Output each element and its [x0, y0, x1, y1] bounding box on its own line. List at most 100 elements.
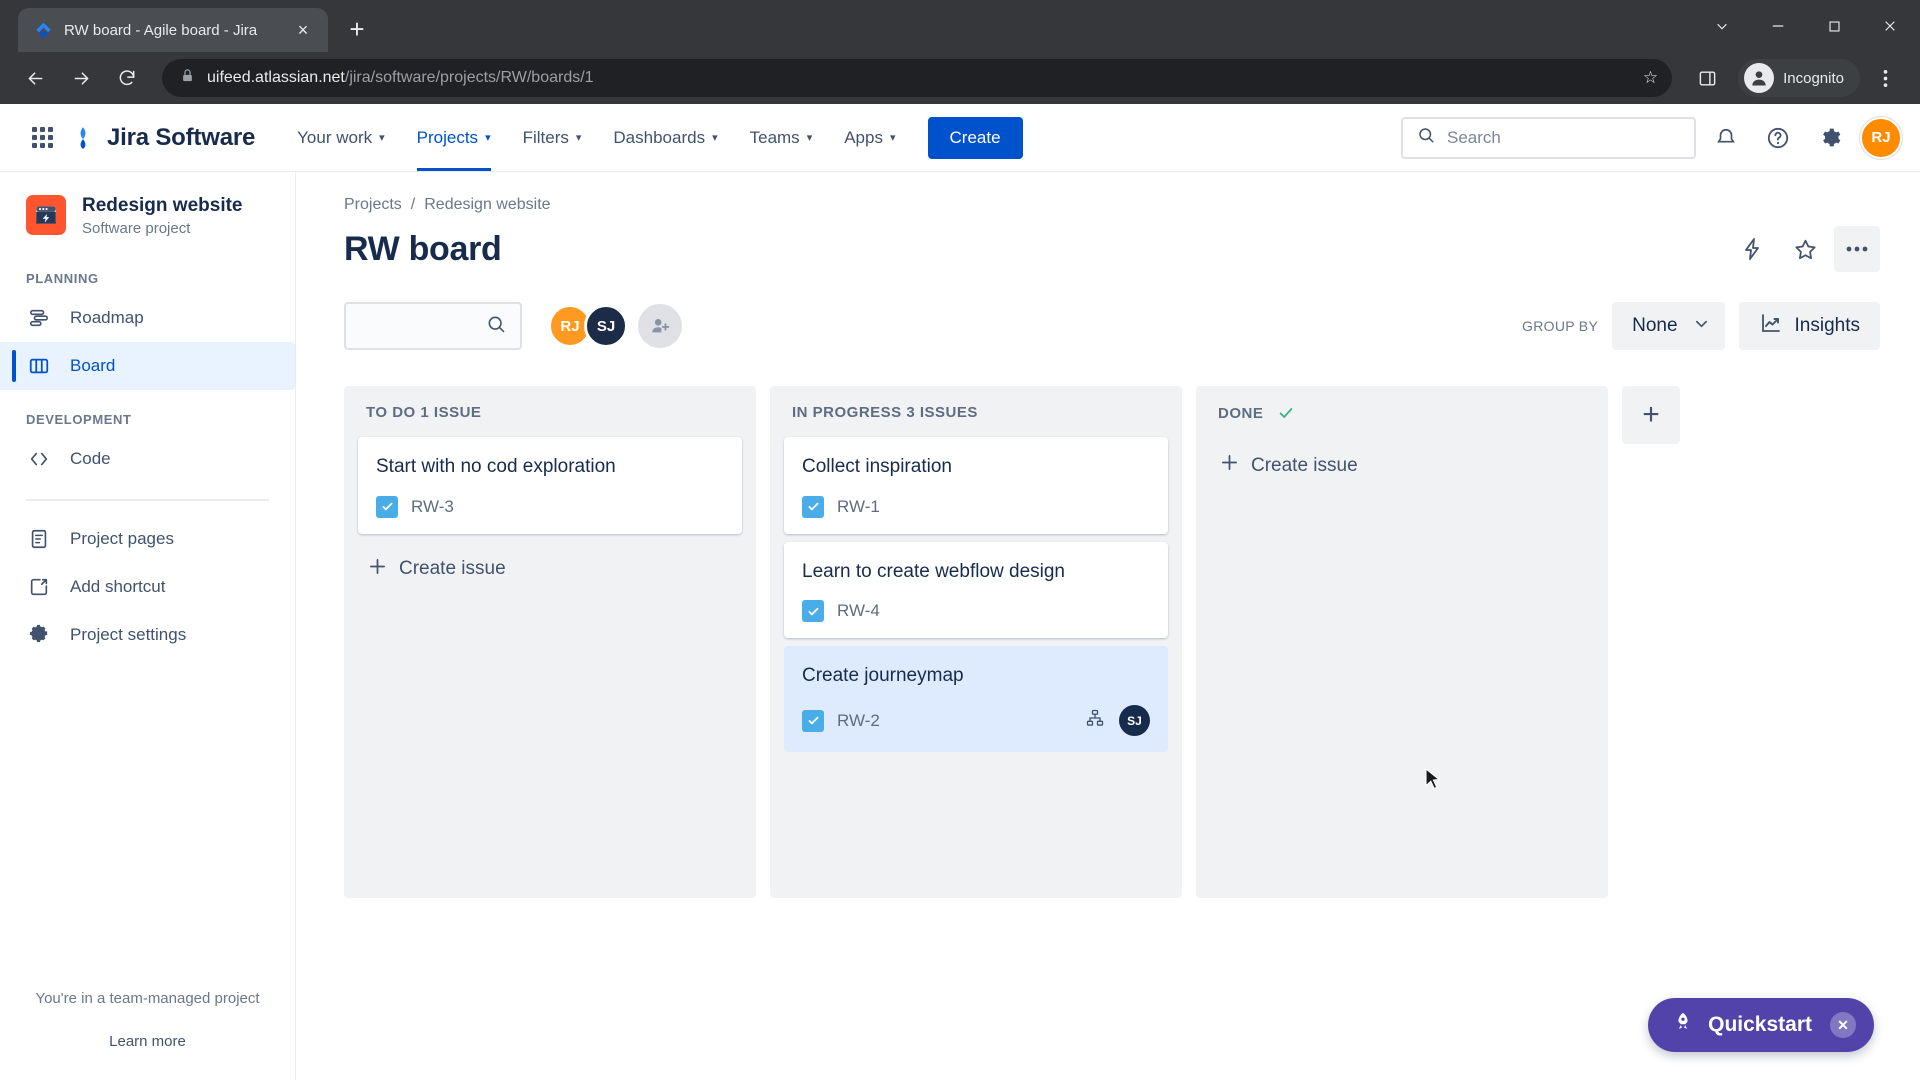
issue-key[interactable]: RW-4 [837, 601, 880, 621]
nav-item-apps[interactable]: Apps ▾ [830, 104, 909, 171]
column-header: IN PROGRESS 3 ISSUES [784, 404, 1168, 437]
sidebar-item-code[interactable]: Code [0, 435, 295, 483]
global-search-input[interactable]: Search [1401, 116, 1696, 159]
browser-toolbar: uifeed.atlassian.net/jira/software/proje… [0, 52, 1920, 104]
jira-favicon-icon [34, 21, 53, 40]
app-switcher-icon[interactable] [24, 120, 60, 156]
issue-title: Learn to create webflow design [802, 560, 1065, 582]
insights-button[interactable]: Insights [1738, 302, 1880, 350]
nav-item-dashboards[interactable]: Dashboards ▾ [599, 104, 731, 171]
nav-item-filters[interactable]: Filters ▾ [509, 104, 596, 171]
address-bar[interactable]: uifeed.atlassian.net/jira/software/proje… [162, 59, 1673, 97]
chevron-down-icon: ▾ [806, 132, 813, 144]
minimize-button[interactable] [1750, 0, 1806, 52]
board-main: Projects / Redesign website RW board RJ … [296, 172, 1920, 1080]
insights-chart-icon [1759, 311, 1783, 341]
nav-item-your-work[interactable]: Your work ▾ [283, 104, 399, 171]
jira-brand-logo[interactable]: Jira Software [70, 124, 255, 152]
global-search-placeholder: Search [1447, 127, 1501, 147]
page-actions [1730, 226, 1880, 272]
star-icon[interactable] [1782, 226, 1828, 272]
issue-title: Collect inspiration [802, 456, 952, 477]
sidebar-item-label: Add shortcut [70, 576, 166, 596]
create-issue-button[interactable]: Create issue [358, 544, 742, 595]
browser-chrome: RW board - Agile board - Jira × + uifeed… [0, 0, 1920, 104]
user-avatar[interactable]: RJ [1860, 116, 1902, 159]
group-by-label: GROUP BY [1522, 318, 1599, 334]
learn-more-link[interactable]: Learn more [20, 1033, 275, 1050]
chevron-down-icon [1694, 315, 1709, 337]
nav-item-teams[interactable]: Teams ▾ [736, 104, 827, 171]
sidebar-section-planning: PLANNING [26, 270, 99, 286]
plus-icon [368, 557, 387, 582]
more-actions-icon[interactable] [1834, 226, 1880, 272]
incognito-indicator[interactable]: Incognito [1738, 59, 1860, 97]
breadcrumb-current[interactable]: Redesign website [424, 196, 550, 214]
help-icon[interactable] [1756, 116, 1800, 160]
board-controls-right: GROUP BY None Insights [1522, 302, 1880, 350]
sidebar-item-roadmap[interactable]: Roadmap [0, 294, 295, 342]
issue-card[interactable]: Learn to create webflow design RW-4 [784, 541, 1168, 639]
add-column-button[interactable]: + [1622, 386, 1680, 444]
maximize-button[interactable] [1806, 0, 1862, 52]
browser-tab[interactable]: RW board - Agile board - Jira × [18, 8, 328, 52]
close-icon[interactable]: ✕ [1830, 1012, 1856, 1038]
breadcrumb-projects[interactable]: Projects [344, 196, 402, 214]
new-tab-button[interactable]: + [338, 10, 376, 48]
done-check-icon [1277, 404, 1295, 422]
issue-title: Start with no cod exploration [376, 456, 616, 477]
board-search-input[interactable] [344, 302, 522, 350]
automation-icon[interactable] [1730, 226, 1776, 272]
issue-card[interactable]: Collect inspiration RW-1 [784, 437, 1168, 534]
quickstart-button[interactable]: Quickstart ✕ [1648, 998, 1874, 1052]
sidebar-item-label: Roadmap [70, 307, 144, 327]
reload-button[interactable] [106, 57, 148, 99]
issue-meta: RW-3 [376, 495, 724, 518]
nav-label: Filters [522, 127, 569, 147]
issue-key[interactable]: RW-1 [837, 497, 880, 517]
issue-key[interactable]: RW-2 [837, 711, 880, 731]
settings-gear-icon[interactable] [1808, 116, 1852, 160]
sidebar-item-label: Project pages [70, 528, 174, 548]
team-managed-note: You're in a team-managed project [35, 990, 260, 1007]
back-button[interactable] [14, 57, 56, 99]
sidebar-item-add-shortcut[interactable]: Add shortcut [0, 563, 295, 611]
create-issue-label: Create issue [399, 558, 506, 580]
task-icon [376, 495, 398, 518]
sidebar-item-board[interactable]: Board [0, 341, 295, 390]
chrome-menu-button[interactable] [1864, 57, 1906, 99]
member-avatar[interactable]: SJ [584, 304, 628, 348]
sidebar-item-project-pages[interactable]: Project pages [0, 515, 295, 563]
nav-label: Your work [297, 127, 373, 147]
quickstart-label: Quickstart [1708, 1013, 1812, 1036]
group-by-select[interactable]: None [1612, 302, 1725, 350]
notifications-icon[interactable] [1704, 116, 1748, 160]
tab-close-icon[interactable]: × [290, 17, 316, 43]
bookmark-star-icon[interactable]: ☆ [1643, 68, 1658, 88]
project-sidebar: Redesign website Software project PLANNI… [0, 172, 296, 1080]
issue-meta: RW-1 [802, 495, 1150, 518]
add-shortcut-icon [26, 574, 52, 600]
issue-card[interactable]: Start with no cod exploration RW-3 [358, 437, 742, 534]
assignee-avatar[interactable]: SJ [1119, 705, 1150, 737]
close-window-button[interactable] [1862, 0, 1918, 52]
tab-search-chevron-icon[interactable] [1694, 0, 1750, 52]
add-people-icon[interactable] [638, 304, 682, 348]
nav-label: Teams [749, 127, 800, 147]
create-issue-button[interactable]: Create issue [1210, 440, 1594, 491]
sidebar-item-project-settings[interactable]: Project settings [0, 611, 295, 659]
side-panel-icon[interactable] [1686, 57, 1728, 99]
issue-card-selected[interactable]: Create journeymap RW-2 SJ [784, 646, 1168, 753]
issue-meta: RW-4 [802, 600, 1150, 623]
insights-label: Insights [1794, 315, 1860, 336]
jira-top-nav: Jira Software Your work ▾ Projects ▾ Fil… [0, 104, 1920, 172]
url-path: /jira/software/projects/RW/boards/1 [344, 69, 594, 86]
project-header[interactable]: Redesign website Software project [0, 194, 295, 237]
rocket-icon [1672, 1011, 1694, 1039]
nav-item-projects[interactable]: Projects ▾ [403, 104, 505, 171]
issue-key[interactable]: RW-3 [411, 497, 454, 517]
top-nav-right: Search RJ [1401, 116, 1902, 160]
column-title: IN PROGRESS 3 ISSUES [792, 404, 978, 421]
create-button[interactable]: Create [927, 116, 1023, 159]
forward-button[interactable] [60, 57, 102, 99]
